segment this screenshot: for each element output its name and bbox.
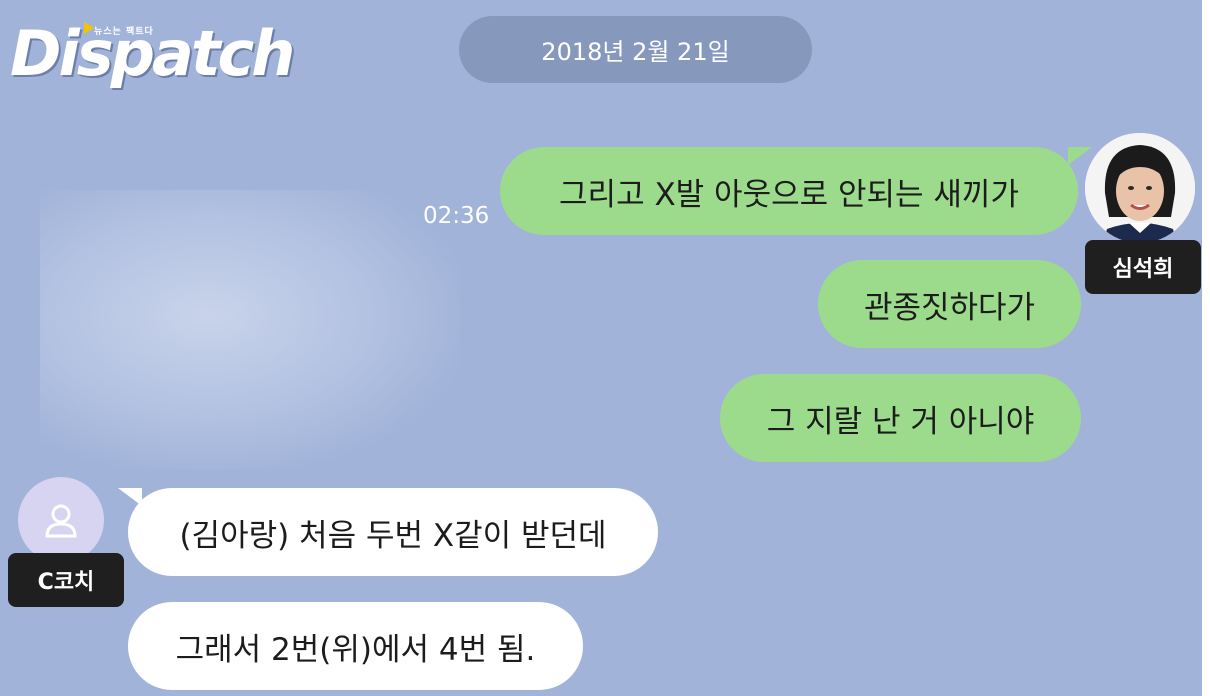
bubble-tail [118, 488, 142, 506]
message-timestamp: 02:36 [423, 203, 490, 229]
right-edge-strip [1202, 0, 1210, 696]
sender-avatar-default[interactable] [18, 477, 104, 563]
person-photo-icon [1085, 133, 1195, 243]
message-text: 그리고 X발 아웃으로 안되는 새끼가 [559, 176, 1019, 213]
outgoing-message-bubble[interactable]: 그리고 X발 아웃으로 안되는 새끼가 [500, 147, 1078, 235]
dispatch-logo: Dispatch 뉴스는 팩트다 [10, 12, 300, 104]
left-sender-name-tag: C코치 [8, 553, 124, 607]
message-text: (김아랑) 처음 두번 X같이 받던데 [179, 517, 607, 554]
right-sender-name-tag: 심석희 [1085, 240, 1201, 294]
sender-avatar-photo[interactable] [1085, 133, 1195, 243]
outgoing-message-bubble[interactable]: 관종짓하다가 [818, 260, 1081, 348]
message-text: 관종짓하다가 [863, 289, 1036, 326]
date-separator: 2018년 2월 21일 [459, 16, 812, 83]
outgoing-message-bubble[interactable]: 그 지랄 난 거 아니야 [720, 374, 1081, 462]
background-haze [40, 190, 460, 470]
logo-tagline: 뉴스는 팩트다 [94, 27, 154, 37]
person-outline-icon [45, 504, 77, 538]
incoming-message-bubble[interactable]: (김아랑) 처음 두번 X같이 받던데 [128, 488, 658, 576]
message-text: 그 지랄 난 거 아니야 [766, 403, 1035, 440]
bubble-tail [1068, 147, 1092, 165]
logo-triangle-icon [84, 22, 94, 34]
message-text: 그래서 2번(위)에서 4번 됨. [175, 631, 536, 668]
incoming-message-bubble[interactable]: 그래서 2번(위)에서 4번 됨. [128, 602, 583, 690]
